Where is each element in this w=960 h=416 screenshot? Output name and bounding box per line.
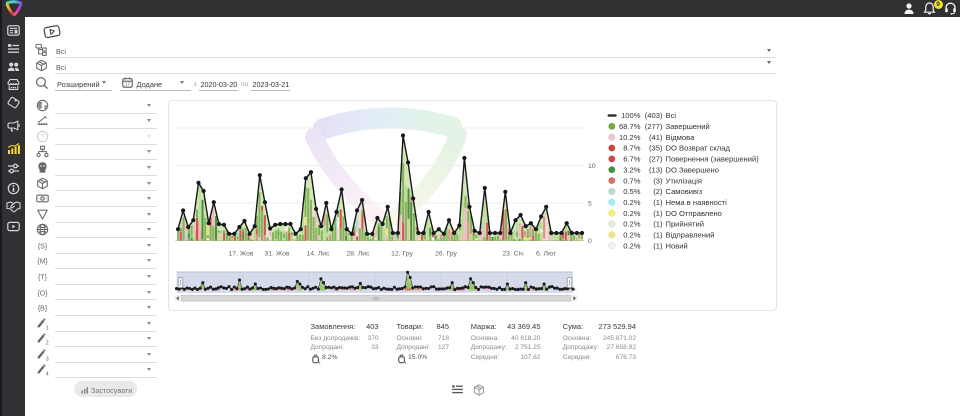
svg-text:Завершений: Завершений: [666, 122, 710, 131]
svg-text:0.2%: 0.2%: [623, 209, 641, 218]
svg-text:(3): (3): [653, 176, 663, 185]
svg-text:(1): (1): [653, 231, 663, 240]
svg-text:0.2%: 0.2%: [623, 241, 641, 250]
svg-text:0.2%: 0.2%: [623, 220, 641, 229]
svg-text:Повернення (завершений): Повернення (завершений): [666, 155, 760, 164]
svg-text:Новий: Новий: [666, 241, 688, 250]
svg-text:DO Завершено: DO Завершено: [666, 165, 719, 174]
svg-text:(41): (41): [649, 133, 663, 142]
svg-text:Прийнятий: Прийнятий: [666, 220, 704, 229]
svg-text:0.5%: 0.5%: [623, 187, 641, 196]
svg-text:(403): (403): [645, 111, 663, 120]
svg-text:10.2%: 10.2%: [619, 133, 641, 142]
svg-text:8.7%: 8.7%: [623, 144, 641, 153]
svg-text:3.2%: 3.2%: [623, 165, 641, 174]
svg-text:(1): (1): [653, 198, 663, 207]
svg-text:Самовивіз: Самовивіз: [666, 187, 703, 196]
svg-text:DO Отправлено: DO Отправлено: [666, 209, 722, 218]
svg-text:Нема в наявності: Нема в наявності: [666, 198, 728, 207]
svg-text:DO Возврат склад: DO Возврат склад: [666, 144, 731, 153]
svg-text:0.2%: 0.2%: [623, 198, 641, 207]
svg-text:(1): (1): [653, 220, 663, 229]
svg-text:x: x: [404, 360, 407, 364]
svg-text:(27): (27): [649, 155, 663, 164]
svg-text:(277): (277): [645, 122, 663, 131]
svg-text:(13): (13): [649, 165, 663, 174]
svg-text:0.7%: 0.7%: [623, 176, 641, 185]
svg-text:68.7%: 68.7%: [619, 122, 641, 131]
svg-text:Всі: Всі: [666, 111, 677, 120]
svg-text:0.2%: 0.2%: [623, 231, 641, 240]
svg-text:Відправлений: Відправлений: [666, 231, 715, 240]
svg-text:(2): (2): [653, 187, 663, 196]
svg-text:6.7%: 6.7%: [623, 155, 641, 164]
svg-text:x: x: [318, 360, 321, 364]
svg-text:(1): (1): [653, 209, 663, 218]
svg-text:(35): (35): [649, 144, 663, 153]
svg-text:(1): (1): [653, 241, 663, 250]
svg-text:Відмова: Відмова: [666, 133, 696, 142]
svg-text:Утилізація: Утилізація: [666, 176, 703, 185]
svg-text:100%: 100%: [621, 111, 641, 120]
